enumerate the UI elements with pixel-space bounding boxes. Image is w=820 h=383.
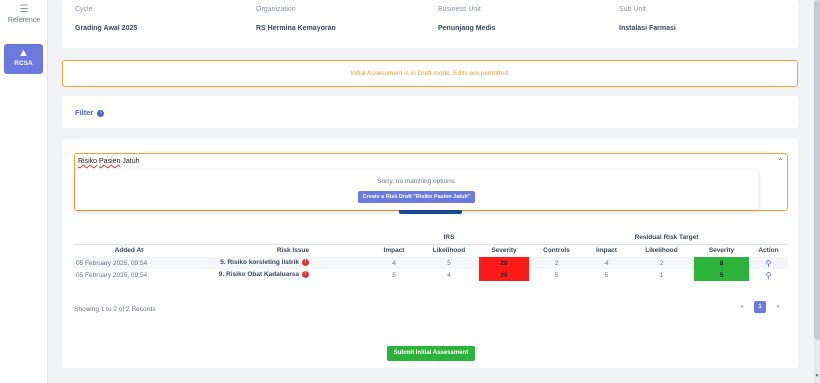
impact-cell: 4 xyxy=(369,257,419,269)
search-icon[interactable]: ⚲ xyxy=(766,271,772,280)
chevron-up-icon[interactable]: ⌃ xyxy=(777,157,784,166)
residual-likelihood-cell: 2 xyxy=(629,257,694,269)
no-match-message: Sorry, no matching options. xyxy=(377,178,456,185)
col-added-at[interactable]: Added At xyxy=(74,244,184,257)
likelihood-cell: 4 xyxy=(447,271,451,279)
chevron-right-icon: › xyxy=(97,109,105,117)
warning-icon: ▲ xyxy=(18,47,29,59)
residual-likelihood-cell: 1 xyxy=(659,271,664,279)
alert-badge-icon: ! xyxy=(302,259,309,267)
col-likelihood[interactable]: Likelihood xyxy=(419,244,479,257)
page-scrollbar[interactable]: ▼ xyxy=(814,0,820,383)
col-risk-issue[interactable]: Risk Issue xyxy=(184,244,369,257)
submit-initial-assessment-button[interactable]: Submit Initial Assessment xyxy=(387,346,475,361)
business-unit-value: Penunjang Medis xyxy=(438,25,496,32)
assessment-info-card: Cycle Grading Awal 2025 Organization RS … xyxy=(62,0,798,48)
severity-cell: 20 xyxy=(479,269,529,281)
cycle-label: Cycle xyxy=(75,6,93,13)
risk-issue-cell: 5. Risiko korsleting listrik! xyxy=(184,257,369,269)
sidebar-item-reference[interactable]: ☰ Reference xyxy=(0,4,48,24)
sidebar-item-label: Reference xyxy=(7,17,41,24)
organization-label: Organization xyxy=(256,6,296,13)
col-impact[interactable]: Impact xyxy=(369,244,419,257)
irs-group-header: IRS xyxy=(369,231,529,245)
pagination: « 1 » xyxy=(732,301,784,313)
sidebar: ☰ Reference ▲ RCSA xyxy=(0,0,48,383)
sub-unit-label: Sub Unit xyxy=(619,6,646,13)
sub-unit-value: Instalasi Farmasi xyxy=(619,25,676,32)
impact-cell: 5 xyxy=(392,271,396,279)
residual-severity-cell: 8 xyxy=(694,257,749,269)
sub-unit-field: Sub Unit Instalasi Farmasi xyxy=(619,6,676,32)
scroll-down-icon[interactable]: ▼ xyxy=(814,373,820,381)
alert-badge-icon: ! xyxy=(302,271,309,279)
cycle-value: Grading Awal 2025 xyxy=(75,25,138,32)
table-row: 05 February 2025, 09:54 5. Risiko korsle… xyxy=(74,257,788,269)
risk-search-input[interactable]: Risiko Pasien Jatuh xyxy=(75,154,775,170)
residual-impact-cell: 5 xyxy=(604,271,609,279)
organization-value: RS Hermina Kemayoran xyxy=(256,25,336,32)
sliders-icon: ☰ xyxy=(19,4,29,15)
col-severity[interactable]: Severity xyxy=(479,244,529,257)
page-button[interactable]: 1 xyxy=(754,301,767,313)
added-at-cell: 05 February 2025, 09:54 xyxy=(76,271,148,279)
sidebar-item-label: RCSA xyxy=(14,60,33,67)
filter-toggle[interactable]: Filter › xyxy=(75,108,105,117)
risk-assessment-card: Risiko Pasien Jatuh ⌃ Sorry, no matching… xyxy=(62,139,798,368)
scrollbar-thumb[interactable] xyxy=(814,0,820,340)
col-residual-severity[interactable]: Severity xyxy=(694,244,749,257)
risk-table: IRS Residual Risk Target Added At Risk I… xyxy=(74,231,788,281)
residual-impact-cell: 4 xyxy=(584,257,629,269)
col-residual-likelihood[interactable]: Likelihood xyxy=(629,244,694,257)
filter-card: Filter › xyxy=(62,96,798,128)
business-unit-field: Business Unit Penunjang Medis xyxy=(438,6,496,32)
create-risk-draft-button[interactable]: Create a Risk Draft "Risiko Pasien Jatuh… xyxy=(357,191,476,203)
cycle-field: Cycle Grading Awal 2025 xyxy=(75,6,137,32)
controls-cell: 2 xyxy=(529,257,584,269)
risk-select-dropdown: Sorry, no matching options. Create a Ris… xyxy=(75,170,758,210)
records-count: Showing 1 to 2 of 2 Records xyxy=(74,306,156,313)
col-action: Action xyxy=(758,247,779,255)
added-at-cell: 05 February 2025, 09:54 xyxy=(74,257,184,269)
residual-severity-cell: 5 xyxy=(694,269,749,281)
col-residual-impact[interactable]: Impact xyxy=(584,244,629,257)
col-controls[interactable]: Controls xyxy=(529,244,584,257)
draft-mode-alert: Initial Assessment is in Draft mode. Edi… xyxy=(62,60,798,87)
sidebar-item-rcsa[interactable]: ▲ RCSA xyxy=(4,44,43,74)
business-unit-label: Business Unit xyxy=(438,6,481,13)
prev-page-button[interactable]: « xyxy=(736,301,748,313)
table-row: 05 February 2025, 09:54 9. Risiko Obat K… xyxy=(74,269,788,281)
filter-label: Filter xyxy=(75,108,94,117)
search-icon[interactable]: ⚲ xyxy=(766,259,772,268)
likelihood-cell: 5 xyxy=(419,257,479,269)
residual-group-header: Residual Risk Target xyxy=(584,231,749,245)
controls-cell: 5 xyxy=(554,271,559,279)
severity-cell: 20 xyxy=(479,257,529,269)
next-page-button[interactable]: » xyxy=(772,301,784,313)
organization-field: Organization RS Hermina Kemayoran xyxy=(256,6,336,32)
risk-issue-cell: 9. Risiko Obat Kadaluarsa! xyxy=(184,269,369,281)
